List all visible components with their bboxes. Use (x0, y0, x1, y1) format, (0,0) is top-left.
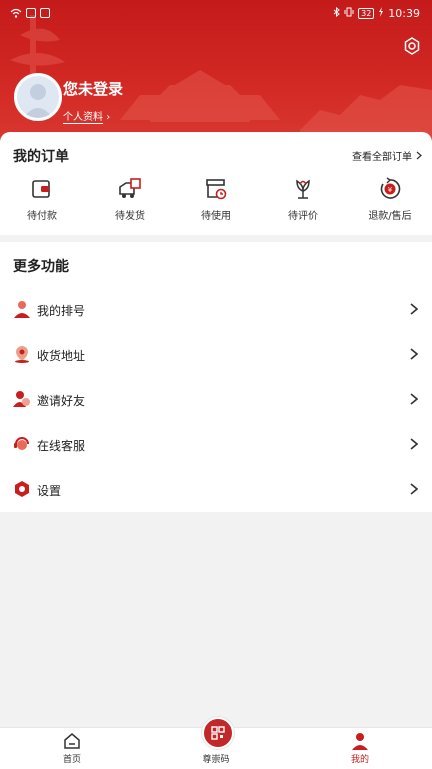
settings-row[interactable]: 设置 (0, 470, 432, 510)
invite-friends-icon (13, 391, 30, 407)
wifi-icon (10, 8, 22, 21)
profile-icon (352, 733, 368, 750)
order-pending-review[interactable]: 待评价 (268, 177, 338, 222)
chevron-right-icon (416, 151, 422, 160)
row-label: 在线客服 (37, 439, 86, 453)
order-pending-payment[interactable]: 待付款 (7, 177, 77, 222)
flower-icon (296, 179, 310, 199)
my-queue-number-row[interactable]: 我的排号 (0, 290, 432, 330)
my-orders-card: 我的订单 查看全部订单 待付款 待发货 待使用 待评价 ¥ 退款/售后 (0, 132, 432, 235)
order-label: 待付款 (27, 211, 57, 222)
chevron-right-icon (410, 438, 418, 450)
chevron-right-icon (410, 348, 418, 360)
chevron-right-icon (410, 303, 418, 315)
tab-qr-code[interactable]: 尊崇码 (186, 752, 246, 765)
wallet-icon (32, 180, 50, 198)
refund-icon: ¥ (380, 177, 401, 199)
more-functions-title: 更多功能 (13, 259, 69, 275)
invite-friends-row[interactable]: 邀请好友 (0, 380, 432, 420)
view-all-orders-label: 查看全部订单 (352, 152, 412, 163)
tab-label: 首页 (62, 755, 81, 765)
status-bar: 32 10:39 (0, 0, 432, 28)
chevron-right-icon (410, 393, 418, 405)
notification-icon (26, 8, 36, 18)
chevron-right-icon: › (106, 112, 111, 123)
tab-mine[interactable]: 我的 (330, 732, 390, 765)
box-clock-icon (206, 179, 227, 200)
tab-home[interactable]: 首页 (42, 732, 102, 765)
order-pending-shipment[interactable]: 待发货 (95, 177, 165, 222)
order-label: 退款/售后 (368, 211, 412, 222)
location-person-icon (15, 346, 29, 363)
notification-icon (40, 8, 50, 18)
tab-label: 尊崇码 (202, 755, 230, 765)
chevron-right-icon (410, 483, 418, 495)
order-pending-use[interactable]: 待使用 (181, 177, 251, 222)
profile-link[interactable]: 个人资料 › (63, 108, 111, 124)
svg-text:¥: ¥ (388, 186, 393, 194)
person-icon (14, 301, 30, 318)
delivery-truck-icon (119, 178, 141, 198)
profile-link-label: 个人资料 (63, 112, 103, 124)
status-time: 10:39 (388, 7, 420, 20)
row-label: 邀请好友 (37, 394, 86, 408)
row-label: 设置 (37, 484, 62, 498)
orders-title: 我的订单 (13, 149, 69, 165)
qr-code-button[interactable] (202, 717, 234, 749)
order-refund-aftersale[interactable]: ¥ 退款/售后 (355, 177, 425, 222)
view-all-orders-link[interactable]: 查看全部订单 (352, 148, 422, 163)
vibrate-icon (344, 7, 354, 20)
login-prompt[interactable]: 您未登录 (63, 78, 123, 99)
row-label: 我的排号 (37, 304, 86, 318)
settings-gear-icon[interactable] (402, 36, 422, 56)
settings-hexagon-icon (15, 481, 29, 497)
more-functions-card: 更多功能 我的排号 收货地址 邀请好友 在线客服 设置 (0, 242, 432, 512)
order-label: 待评价 (288, 211, 318, 222)
headset-icon (14, 437, 29, 450)
home-icon (64, 733, 80, 749)
order-label: 待发货 (115, 211, 145, 222)
tab-label: 我的 (350, 755, 369, 765)
shipping-address-row[interactable]: 收货地址 (0, 335, 432, 375)
order-label: 待使用 (201, 211, 231, 222)
charging-icon (378, 7, 384, 20)
row-label: 收货地址 (37, 349, 86, 363)
profile-header: 32 10:39 您未登录 个人资料 › (0, 0, 432, 150)
qr-code-icon (211, 726, 225, 740)
battery-icon: 32 (358, 8, 375, 19)
avatar[interactable] (14, 73, 62, 121)
bluetooth-icon (333, 6, 340, 20)
online-support-row[interactable]: 在线客服 (0, 425, 432, 465)
